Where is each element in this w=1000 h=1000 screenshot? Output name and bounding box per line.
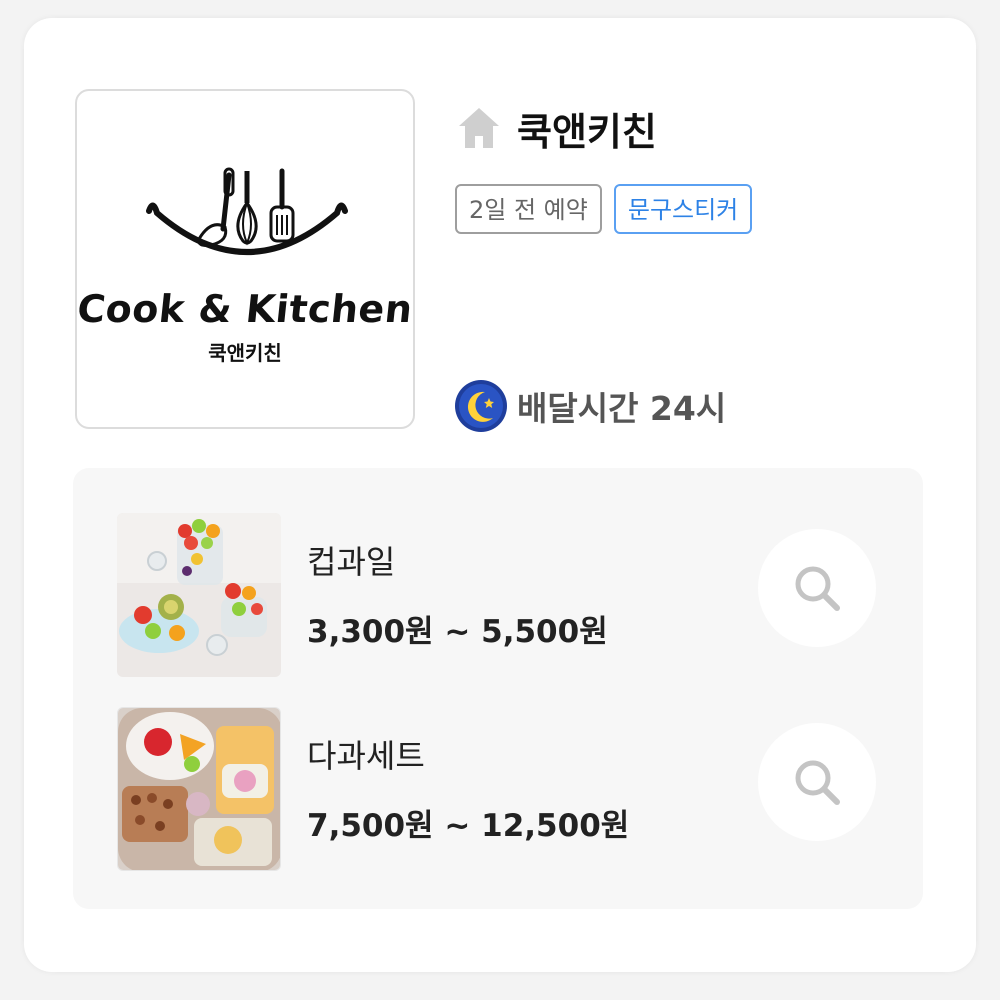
search-button[interactable] bbox=[758, 529, 876, 647]
sticker-tag: 문구스티커 bbox=[613, 184, 753, 234]
search-icon bbox=[795, 760, 840, 805]
product-name: 컵과일 bbox=[307, 543, 396, 581]
product-name: 다과세트 bbox=[307, 737, 425, 775]
reservation-tag: 2일 전 예약 bbox=[455, 184, 602, 234]
search-icon bbox=[795, 566, 840, 611]
delivery-hours: 배달시간 24시 bbox=[517, 389, 727, 428]
store-title: 쿡앤키친 bbox=[455, 104, 657, 154]
product-item[interactable]: 컵과일 3,300원 ~ 5,500원 bbox=[117, 513, 897, 677]
product-price: 7,500원 ~ 12,500원 bbox=[307, 808, 630, 844]
store-logo[interactable]: Cook & Kitchen 쿡앤키친 bbox=[75, 89, 415, 429]
kitchen-utensils-icon bbox=[146, 167, 348, 255]
product-item[interactable]: 다과세트 7,500원 ~ 12,500원 bbox=[117, 707, 897, 871]
cup-fruit-image bbox=[117, 513, 281, 677]
store-tags: 2일 전 예약 문구스티커 bbox=[455, 184, 753, 234]
store-name: 쿡앤키친 bbox=[517, 109, 657, 154]
snack-set-image bbox=[117, 707, 281, 871]
logo-text-en: Cook & Kitchen bbox=[75, 287, 415, 331]
product-price: 3,300원 ~ 5,500원 bbox=[307, 614, 608, 650]
product-list: 컵과일 3,300원 ~ 5,500원 다과세트 7,500원 ~ 12,500… bbox=[73, 468, 923, 909]
home-icon bbox=[459, 108, 499, 148]
store-card: Cook & Kitchen 쿡앤키친 쿡앤키친 2일 전 예약 문구스티커 배… bbox=[24, 18, 976, 972]
logo-text-ko: 쿡앤키친 bbox=[208, 341, 282, 365]
search-button[interactable] bbox=[758, 723, 876, 841]
moon-icon bbox=[455, 380, 507, 432]
delivery-info: 배달시간 24시 bbox=[455, 380, 726, 432]
